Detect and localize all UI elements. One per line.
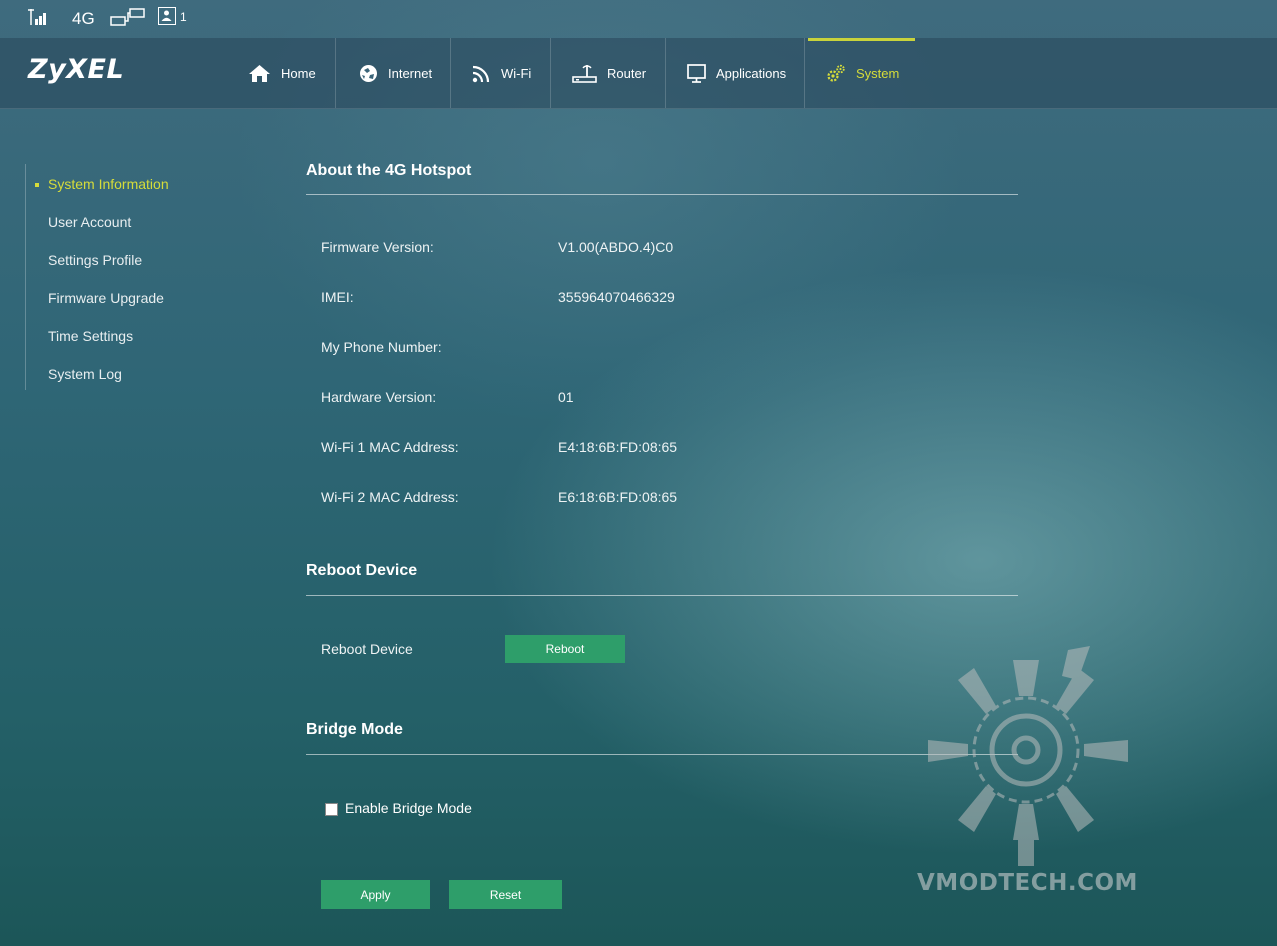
network-connection-icon [110,8,145,26]
monitor-icon [687,63,706,83]
section-divider [306,194,1018,195]
imei-label: IMEI: [321,289,354,305]
status-bar: 4G 1 [0,0,1277,38]
nav-applications[interactable]: Applications [687,38,786,108]
gear-icon [827,64,845,82]
wifi2-mac-value: E6:18:6B:FD:08:65 [558,489,678,505]
wifi1-mac-label: Wi-Fi 1 MAC Address: [321,439,459,455]
reboot-device-label: Reboot Device [321,641,413,657]
connected-users-count: 1 [180,10,187,24]
hardware-version-value: 01 [558,389,574,405]
enable-bridge-mode-checkbox[interactable] [325,803,338,816]
nav-router[interactable]: Router [572,38,646,108]
nav-system-label: System [856,65,900,81]
nav-wifi-label: Wi-Fi [501,65,532,81]
signal-strength-icon [28,9,46,25]
sidebar-item-firmware-upgrade[interactable]: Firmware Upgrade [48,290,164,306]
network-type: 4G [72,9,95,28]
nav-divider [804,38,805,108]
sidebar: System Information User Account Settings… [25,164,226,390]
top-navigation: ZyXEL Home Internet Wi-Fi Router Applica… [0,38,1277,109]
home-icon [249,64,270,82]
nav-internet-label: Internet [388,65,433,81]
wifi2-mac-label: Wi-Fi 2 MAC Address: [321,489,459,505]
sidebar-item-system-log[interactable]: System Log [48,366,122,382]
nav-internet[interactable]: Internet [359,38,432,108]
connected-users-icon [158,7,176,25]
zyxel-logo: ZyXEL [28,54,125,85]
hardware-version-label: Hardware Version: [321,389,437,405]
firmware-version-label: Firmware Version: [321,239,434,255]
nav-applications-label: Applications [716,65,787,81]
sidebar-item-settings-profile[interactable]: Settings Profile [48,252,142,268]
vmodtech-watermark-logo [928,646,1128,866]
nav-home-label: Home [281,65,316,81]
reset-button[interactable]: Reset [449,880,562,909]
globe-icon [360,64,377,82]
sidebar-item-system-information[interactable]: System Information [48,176,169,192]
apply-button[interactable]: Apply [321,880,430,909]
reboot-button[interactable]: Reboot [505,635,625,663]
active-bullet [35,183,39,187]
nav-router-label: Router [607,65,647,81]
sidebar-item-time-settings[interactable]: Time Settings [48,328,133,344]
about-section-title: About the 4G Hotspot [306,162,472,179]
enable-bridge-mode-label[interactable]: Enable Bridge Mode [345,800,472,816]
nav-wifi[interactable]: Wi-Fi [472,38,531,108]
firmware-version-value: V1.00(ABDO.4)C0 [558,239,674,255]
nav-system[interactable]: System [826,38,899,108]
wifi1-mac-value: E4:18:6B:FD:08:65 [558,439,678,455]
imei-value: 355964070466329 [558,289,675,305]
section-divider [306,595,1018,596]
nav-home[interactable]: Home [248,38,316,108]
sidebar-item-user-account[interactable]: User Account [48,214,131,230]
router-icon [572,64,597,83]
wifi-icon [472,65,490,82]
section-divider [306,754,1018,755]
reboot-section-title: Reboot Device [306,562,418,579]
watermark-text: VMODTECH.COM [917,870,1138,896]
nav-divider [335,38,336,108]
nav-divider [550,38,551,108]
nav-divider [665,38,666,108]
nav-divider [450,38,451,108]
phone-number-label: My Phone Number: [321,339,442,355]
bridge-section-title: Bridge Mode [306,721,403,738]
